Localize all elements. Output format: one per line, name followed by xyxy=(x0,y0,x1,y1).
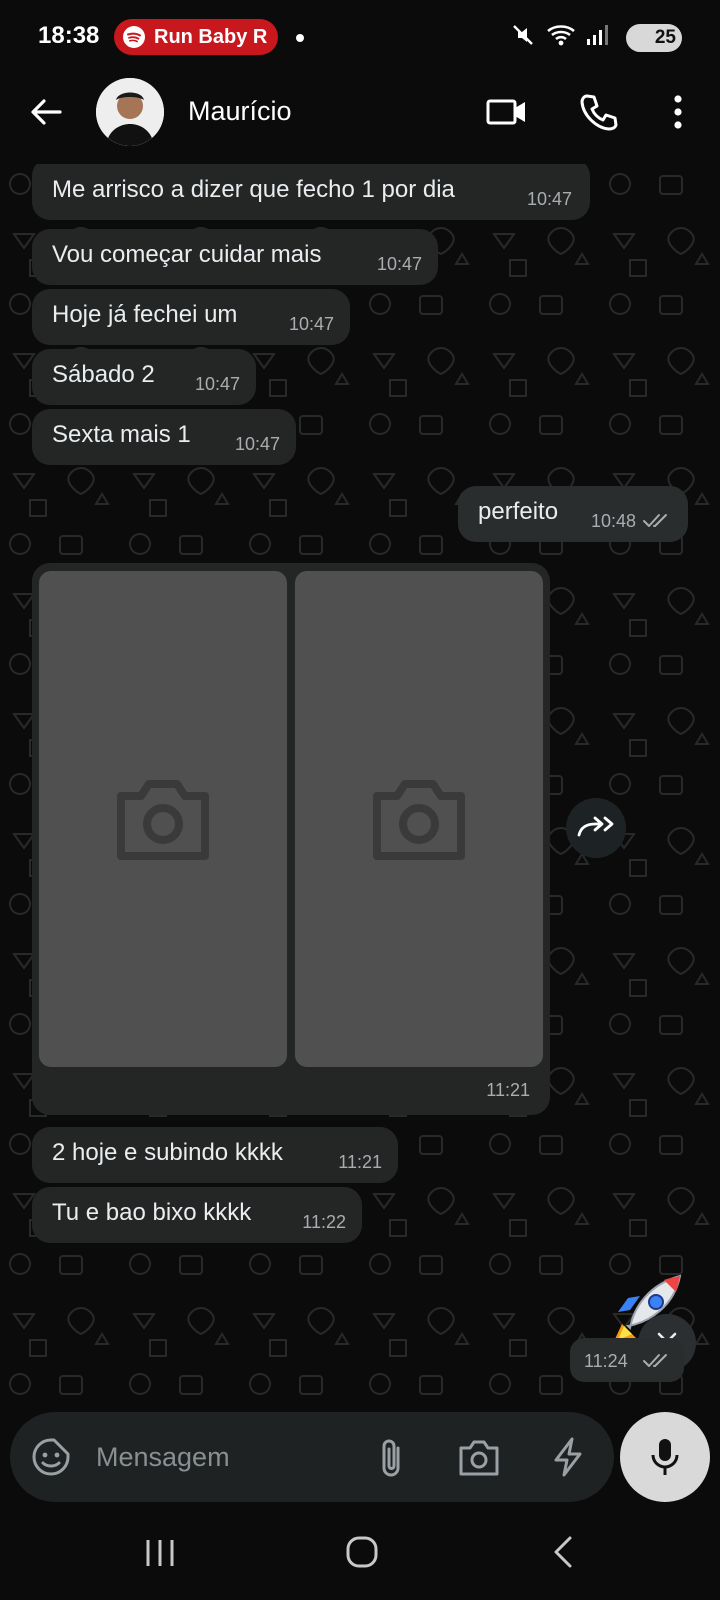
message-text: 2 hoje e subindo kkkk xyxy=(52,1139,283,1166)
more-vert-icon[interactable] xyxy=(664,90,692,134)
message-text: Sexta mais 1 xyxy=(52,421,191,448)
message-incoming[interactable]: Vou começar cuidar mais 10:47 xyxy=(32,229,438,285)
camera-icon xyxy=(373,780,465,860)
message-incoming[interactable]: Hoje já fechei um 10:47 xyxy=(32,289,350,345)
message-time: 11:21 xyxy=(338,1152,382,1172)
recent-apps-icon[interactable] xyxy=(140,1532,180,1572)
status-bar: 18:38 Run Baby R 25 xyxy=(0,0,720,72)
status-time: 18:38 xyxy=(38,22,100,49)
message-incoming[interactable]: Tu e bao bixo kkkk 11:22 xyxy=(32,1187,362,1243)
sticker-emoji-icon[interactable] xyxy=(30,1436,72,1478)
video-call-icon[interactable] xyxy=(486,92,528,132)
message-time: 10:47 xyxy=(376,254,422,274)
phone-icon[interactable] xyxy=(578,90,620,134)
chat-header: Maurício xyxy=(0,72,720,164)
camera-icon xyxy=(117,780,209,860)
message-outgoing[interactable]: perfeito 10:48 xyxy=(458,486,688,542)
photo-placeholder[interactable] xyxy=(39,571,287,1067)
photo-placeholder[interactable] xyxy=(295,571,543,1067)
notification-dot xyxy=(296,34,304,42)
message-text: Tu e bao bixo kkkk xyxy=(52,1199,252,1226)
message-incoming[interactable]: Me arrisco a dizer que fecho 1 por dia 1… xyxy=(32,164,590,220)
forward-button[interactable] xyxy=(566,798,626,858)
message-input[interactable] xyxy=(96,1437,336,1477)
signal-icon xyxy=(587,25,608,45)
message-text: Me arrisco a dizer que fecho 1 por dia xyxy=(52,176,455,203)
message-incoming[interactable]: 2 hoje e subindo kkkk 11:21 xyxy=(32,1127,398,1183)
message-text: Hoje já fechei um xyxy=(52,301,238,328)
camera-icon[interactable] xyxy=(458,1436,500,1478)
battery-icon: 25 xyxy=(626,24,682,52)
sticker-time-badge: 11:24 xyxy=(570,1338,684,1382)
now-playing-label: Run Baby R xyxy=(154,25,268,48)
forward-icon xyxy=(577,816,614,837)
photo-album-message[interactable]: 11:21 xyxy=(32,563,550,1115)
back-arrow-icon[interactable] xyxy=(26,92,66,132)
microphone-icon xyxy=(651,1439,679,1475)
system-navigation-bar xyxy=(0,1510,720,1600)
message-time: 10:47 xyxy=(234,434,280,454)
wifi-icon xyxy=(547,25,575,46)
message-time: 10:47 xyxy=(288,314,334,334)
avatar[interactable] xyxy=(96,78,164,146)
message-time: 10:47 xyxy=(194,374,240,394)
message-text: Vou começar cuidar mais xyxy=(52,241,322,268)
message-incoming[interactable]: Sábado 2 10:47 xyxy=(32,349,256,405)
message-text: perfeito xyxy=(478,498,559,525)
lightning-icon[interactable] xyxy=(550,1436,586,1478)
double-check-icon xyxy=(643,1354,667,1367)
paperclip-icon[interactable] xyxy=(376,1436,408,1480)
mute-icon xyxy=(513,25,533,45)
now-playing-chip[interactable]: Run Baby R xyxy=(114,19,278,55)
message-time: 10:48 xyxy=(590,511,636,531)
battery-level: 25 xyxy=(654,27,676,48)
chat-area[interactable]: Me arrisco a dizer que fecho 1 por dia 1… xyxy=(0,164,720,1400)
message-time: 10:47 xyxy=(526,189,572,209)
double-check-icon xyxy=(643,514,667,527)
nav-back-icon[interactable] xyxy=(548,1532,578,1572)
message-incoming[interactable]: Sexta mais 1 10:47 xyxy=(32,409,296,465)
message-time: 11:22 xyxy=(302,1212,346,1232)
home-icon[interactable] xyxy=(342,1532,382,1572)
voice-message-button[interactable] xyxy=(620,1412,710,1502)
message-composer xyxy=(10,1412,614,1502)
message-text: Sábado 2 xyxy=(52,361,155,388)
spotify-icon xyxy=(123,26,145,48)
message-time: 11:24 xyxy=(584,1351,628,1371)
message-time: 11:21 xyxy=(486,1080,530,1100)
contact-name[interactable]: Maurício xyxy=(188,96,292,127)
